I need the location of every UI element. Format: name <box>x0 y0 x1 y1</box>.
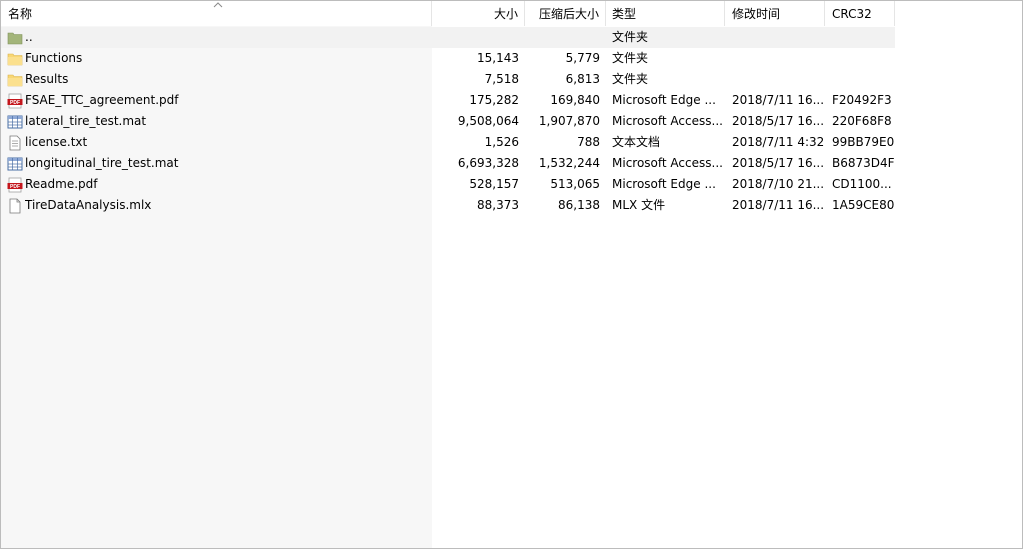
file-crc: B6873D4F <box>832 156 895 170</box>
file-packed-size: 86,138 <box>558 198 600 212</box>
file-name: license.txt <box>25 135 88 149</box>
column-header-type[interactable]: 类型 <box>606 1 725 26</box>
file-size: 15,143 <box>477 51 519 65</box>
file-row[interactable]: TireDataAnalysis.mlx 88,373 86,138 MLX 文件 20… <box>1 195 895 216</box>
file-packed-size: 513,065 <box>550 177 600 191</box>
file-type: 文件夹 <box>612 51 649 65</box>
file-type: Microsoft Access... <box>612 156 723 170</box>
file-name: TireDataAnalysis.mlx <box>25 198 152 212</box>
file-type: 文本文档 <box>612 135 661 149</box>
file-name: .. <box>25 30 33 44</box>
file-name: FSAE_TTC_agreement.pdf <box>25 93 179 107</box>
blank-file-icon <box>7 198 23 214</box>
file-packed-size: 6,813 <box>565 72 600 86</box>
column-header-name[interactable]: 名称 <box>1 1 432 26</box>
file-crc: 220F68F8 <box>832 114 892 128</box>
file-packed-size: 788 <box>577 135 600 149</box>
file-modified: 2018/5/17 16... <box>732 156 825 170</box>
file-crc: CD1100... <box>832 177 892 191</box>
column-header-size-label: 大小 <box>493 7 518 21</box>
column-header-modified-label: 修改时间 <box>732 7 781 21</box>
column-header-crc[interactable]: CRC32 <box>825 1 895 26</box>
file-crc <box>825 69 895 90</box>
file-packed-size: 1,907,870 <box>538 114 600 128</box>
file-size: 88,373 <box>477 198 519 212</box>
column-header-packed[interactable]: 压缩后大小 <box>525 1 606 26</box>
file-row[interactable]: longitudinal_tire_test.mat 6,693,328 1,532… <box>1 153 895 174</box>
file-row[interactable]: PDF Readme.pdf 528,157 513,065 Microsoft Edg… <box>1 174 895 195</box>
svg-text:PDF: PDF <box>10 184 20 190</box>
file-row[interactable]: .. 文件夹 <box>1 27 895 48</box>
file-packed-size: 5,779 <box>565 51 600 65</box>
file-type: Microsoft Edge ... <box>612 177 716 191</box>
pdf-icon: PDF <box>7 93 23 109</box>
file-crc <box>825 48 895 69</box>
file-name: Results <box>25 72 69 86</box>
file-modified: 2018/7/11 16... <box>732 198 825 212</box>
file-size: 7,518 <box>484 72 519 86</box>
file-packed-size: 1,532,244 <box>538 156 600 170</box>
file-modified: 2018/5/17 16... <box>732 114 825 128</box>
file-name: lateral_tire_test.mat <box>25 114 147 128</box>
column-header: 名称 大小 压缩后大小 类型 修改时间 CRC32 <box>1 1 1022 26</box>
file-row[interactable]: Results 7,518 6,813 文件夹 <box>1 69 895 90</box>
file-type: Microsoft Edge ... <box>612 93 716 107</box>
file-list-window: 名称 大小 压缩后大小 类型 修改时间 CRC32 .. 文件夹 Functions… <box>0 0 1023 549</box>
file-modified: 2018/7/11 16... <box>732 93 825 107</box>
file-modified <box>725 27 825 48</box>
file-size: 528,157 <box>469 177 519 191</box>
file-crc: 99BB79E0 <box>832 135 895 149</box>
file-type: 文件夹 <box>612 72 649 86</box>
file-modified <box>725 69 825 90</box>
file-size: 1,526 <box>484 135 519 149</box>
file-modified: 2018/7/10 21... <box>732 177 825 191</box>
table-icon <box>7 156 23 172</box>
column-header-packed-label: 压缩后大小 <box>538 7 599 21</box>
file-packed-size <box>525 27 606 48</box>
file-size: 9,508,064 <box>457 114 519 128</box>
file-size: 175,282 <box>469 93 519 107</box>
file-row[interactable]: lateral_tire_test.mat 9,508,064 1,907,870 M… <box>1 111 895 132</box>
file-type: Microsoft Access... <box>612 114 723 128</box>
column-header-name-label: 名称 <box>8 7 33 21</box>
file-size <box>432 27 525 48</box>
column-header-size[interactable]: 大小 <box>432 1 525 26</box>
file-name: longitudinal_tire_test.mat <box>25 156 179 170</box>
pdf-icon: PDF <box>7 177 23 193</box>
file-modified: 2018/7/11 4:32 <box>732 135 825 149</box>
file-row[interactable]: PDF FSAE_TTC_agreement.pdf 175,282 169,840 M… <box>1 90 895 111</box>
file-name: Functions <box>25 51 83 65</box>
file-name: Readme.pdf <box>25 177 98 191</box>
table-icon <box>7 114 23 130</box>
file-size: 6,693,328 <box>457 156 519 170</box>
sort-ascending-icon <box>213 2 223 8</box>
file-modified <box>725 48 825 69</box>
file-crc: 1A59CE80 <box>832 198 895 212</box>
column-header-type-label: 类型 <box>612 7 637 21</box>
folder-icon <box>7 72 23 88</box>
file-crc <box>825 27 895 48</box>
file-type: 文件夹 <box>612 30 649 44</box>
file-packed-size: 169,840 <box>550 93 600 107</box>
svg-text:PDF: PDF <box>10 100 20 106</box>
parent-folder-icon <box>7 30 23 46</box>
column-header-crc-label: CRC32 <box>832 7 872 21</box>
text-file-icon <box>7 135 23 151</box>
file-row[interactable]: Functions 15,143 5,779 文件夹 <box>1 48 895 69</box>
file-crc: F20492F3 <box>832 93 892 107</box>
folder-icon <box>7 51 23 67</box>
file-type: MLX 文件 <box>612 198 666 212</box>
file-row[interactable]: license.txt 1,526 788 文本文档 2018/7/11 4:32 99B… <box>1 132 895 153</box>
column-header-modified[interactable]: 修改时间 <box>725 1 825 26</box>
